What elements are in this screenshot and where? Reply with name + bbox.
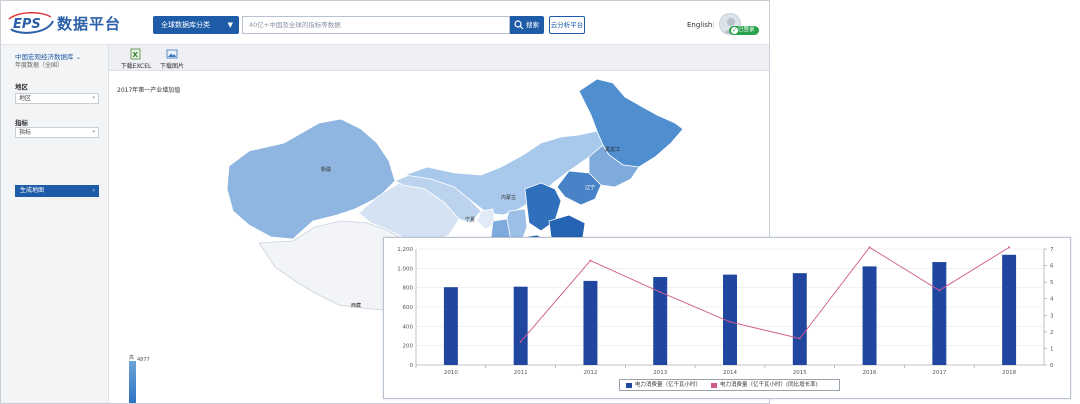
- search-placeholder: 40亿+中国及全球的指标等数据: [249, 21, 341, 29]
- y-left-tick-label: 1,200: [397, 247, 413, 253]
- category-dropdown-button[interactable]: 全球数据库分类 ▼: [153, 16, 239, 34]
- header-bar: EPS 数据平台 全球数据库分类 ▼ 40亿+中国及全球的指标等数据 搜索 云分…: [1, 1, 769, 45]
- map-label-xinjiang: 新疆: [321, 166, 331, 173]
- x-tick-label: 2015: [793, 370, 807, 376]
- x-tick-label: 2014: [723, 370, 737, 376]
- x-tick-label: 2017: [932, 370, 946, 376]
- cloud-analysis-button[interactable]: 云分析平台: [549, 16, 585, 34]
- y-right-tick-label: 5: [1050, 280, 1054, 286]
- bar-2018: [1002, 254, 1017, 365]
- download-image-label: 下载图片: [159, 63, 184, 70]
- y-left-tick-label: 1,000: [397, 266, 413, 272]
- sidebar: 中国宏观经济数据库 ⌄ 年度数据（全国） 地区 地区 ▾ 指标 指标 ▾ 生成地…: [1, 45, 109, 403]
- map-label-liaoning: 辽宁: [585, 184, 595, 191]
- bar-2017: [932, 262, 947, 365]
- bar-2012: [583, 280, 598, 365]
- growth-rate-point: [798, 337, 801, 340]
- checkmark-icon: ✓: [731, 27, 738, 34]
- legend-item-line[interactable]: 电力消费量（亿千瓦小时）(同比增长率): [711, 380, 818, 390]
- growth-rate-point: [938, 289, 941, 292]
- chart-legend: 电力消费量（亿千瓦小时） 电力消费量（亿千瓦小时）(同比增长率): [619, 379, 840, 391]
- y-left-tick-label: 400: [403, 324, 414, 330]
- legend-swatch-line: [711, 382, 718, 388]
- download-excel-button[interactable]: X 下载EXCEL: [119, 48, 153, 70]
- indicator-select-value: 指标: [19, 129, 32, 136]
- download-excel-label: 下载EXCEL: [120, 63, 152, 70]
- y-left-tick-label: 800: [403, 286, 414, 292]
- svg-text:X: X: [133, 51, 139, 59]
- svg-text:EPS: EPS: [13, 17, 41, 32]
- map-label-heilongjiang: 黑龙江: [605, 146, 620, 153]
- search-icon: [514, 20, 524, 30]
- map-label-ningxia: 宁夏: [465, 216, 475, 223]
- bar-2016: [862, 266, 877, 365]
- eps-logo[interactable]: EPS 数据平台: [7, 11, 121, 35]
- map-legend-high: 高: [129, 355, 135, 361]
- eps-logo-mark: EPS: [7, 11, 55, 35]
- category-button-label: 全球数据库分类: [161, 21, 210, 29]
- caret-down-icon: ▾: [92, 95, 95, 101]
- login-status-badge[interactable]: ✓ 已登录: [729, 26, 759, 35]
- chevron-down-icon: ⌄: [75, 53, 82, 61]
- legend-label-line: 电力消费量（亿千瓦小时）(同比增长率): [720, 382, 818, 388]
- y-right-tick-label: 4: [1050, 297, 1054, 303]
- search-input[interactable]: 40亿+中国及全球的指标等数据: [242, 16, 510, 34]
- region-select-value: 地区: [19, 95, 32, 102]
- bar-2011: [513, 286, 528, 365]
- x-tick-label: 2011: [514, 370, 528, 376]
- excel-icon: X: [130, 48, 141, 60]
- image-icon: [166, 49, 178, 59]
- search-button[interactable]: 搜索: [510, 16, 544, 34]
- x-tick-label: 2012: [583, 370, 597, 376]
- caret-down-icon: ▼: [227, 21, 233, 29]
- chart-panel: 0 200 400 600 800 1,000 1,200 0 1 2 3 4 5 6 7 2010 2011 2…: [383, 237, 1071, 399]
- y-left-tick-label: 200: [403, 344, 414, 350]
- growth-rate-point: [519, 340, 522, 343]
- generate-map-button[interactable]: 生成地图 ›: [15, 185, 99, 197]
- indicator-label: 指标: [15, 119, 28, 127]
- download-image-button[interactable]: 下载图片: [155, 48, 189, 70]
- y-right-tick-label: 7: [1050, 247, 1054, 253]
- legend-swatch-bar: [626, 382, 632, 388]
- map-legend-max: 4877: [137, 357, 150, 363]
- legend-item-bar[interactable]: 电力消费量（亿千瓦小时）: [626, 380, 701, 390]
- indicator-select[interactable]: 指标 ▾: [15, 127, 99, 138]
- growth-rate-point: [868, 246, 871, 249]
- y-right-tick-label: 2: [1050, 330, 1054, 336]
- search-button-label: 搜索: [526, 21, 539, 29]
- toolbar: X 下载EXCEL 下载图片: [109, 45, 769, 71]
- growth-rate-point: [1008, 246, 1011, 249]
- x-tick-label: 2010: [444, 370, 458, 376]
- combo-chart[interactable]: 0 200 400 600 800 1,000 1,200 0 1 2 3 4 5 6 7 2010 2011 2…: [384, 238, 1072, 400]
- header-separator: |: [712, 21, 715, 29]
- caret-down-icon: ▾: [92, 129, 95, 135]
- legend-label-bar: 电力消费量（亿千瓦小时）: [635, 382, 702, 388]
- x-tick-label: 2016: [863, 370, 877, 376]
- x-tick-label: 2018: [1002, 370, 1016, 376]
- bar-2010: [443, 287, 458, 365]
- map-legend-scale[interactable]: [129, 361, 136, 403]
- growth-rate-point: [589, 259, 592, 262]
- growth-rate-point: [659, 291, 662, 294]
- chevron-right-icon: ›: [92, 187, 95, 194]
- y-left-tick-label: 600: [403, 305, 414, 311]
- y-right-tick-label: 1: [1050, 346, 1054, 352]
- generate-map-label: 生成地图: [20, 187, 45, 194]
- bar-2015: [792, 273, 807, 365]
- map-label-neimenggu: 内蒙古: [501, 194, 516, 201]
- map-label-xizang: 西藏: [351, 302, 361, 309]
- login-status-label: 已登录: [738, 27, 755, 33]
- logo-text: 数据平台: [57, 14, 122, 33]
- y-right-tick-label: 6: [1050, 264, 1054, 270]
- region-select[interactable]: 地区 ▾: [15, 93, 99, 104]
- growth-rate-point: [729, 320, 731, 323]
- x-tick-label: 2013: [653, 370, 667, 376]
- y-right-tick-label: 0: [1050, 363, 1054, 369]
- y-right-tick-label: 3: [1050, 313, 1054, 319]
- language-link[interactable]: English: [687, 21, 712, 29]
- region-label: 地区: [15, 83, 28, 91]
- database-subtitle: 年度数据（全国）: [15, 62, 64, 69]
- y-left-tick-label: 0: [410, 363, 414, 369]
